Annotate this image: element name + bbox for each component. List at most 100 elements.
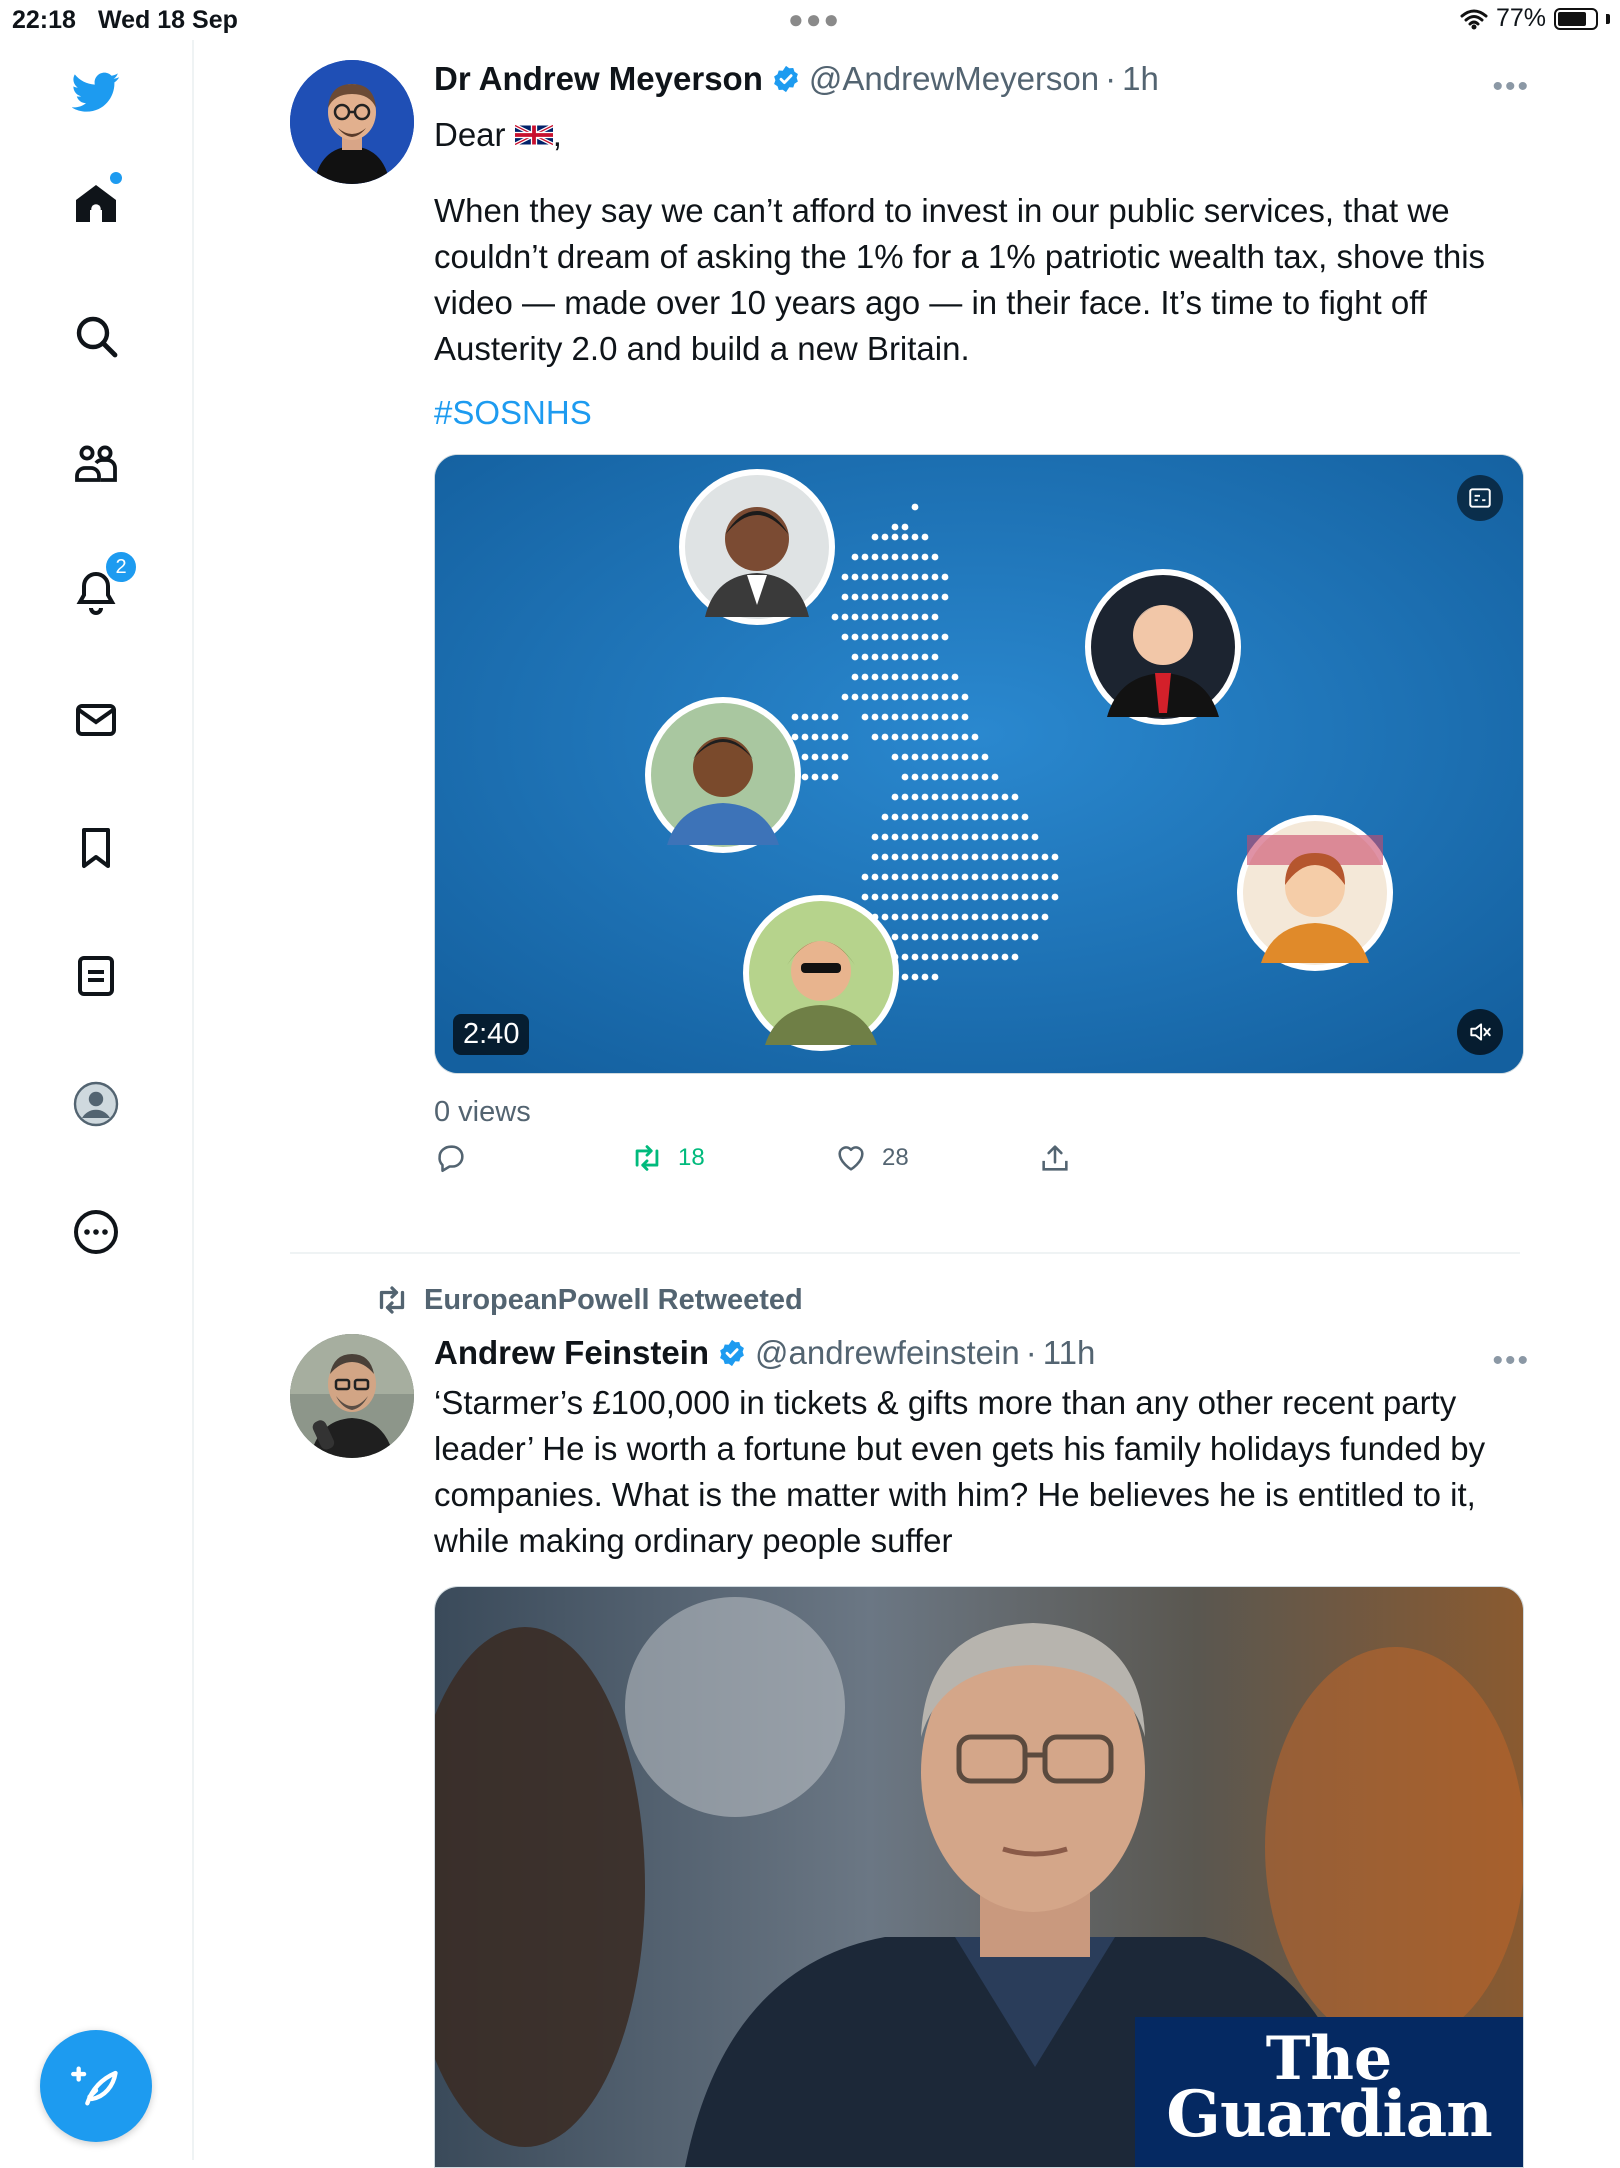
map-dot xyxy=(901,523,909,531)
map-dot xyxy=(931,853,939,861)
map-dot xyxy=(791,713,799,721)
map-dot xyxy=(891,533,899,541)
map-dot xyxy=(871,653,879,661)
map-dot xyxy=(941,633,949,641)
map-dot xyxy=(891,733,899,741)
map-dot xyxy=(1011,953,1019,961)
map-dot xyxy=(1041,893,1049,901)
map-dot xyxy=(951,893,959,901)
map-dot xyxy=(941,573,949,581)
like-button[interactable]: 28 xyxy=(834,1141,909,1175)
map-dot xyxy=(1011,813,1019,821)
map-dot xyxy=(941,853,949,861)
tweet-more-options-icon[interactable]: ••• xyxy=(1492,1344,1530,1378)
map-dot xyxy=(931,893,939,901)
sidebar-item-profile[interactable] xyxy=(68,1076,124,1132)
map-dot xyxy=(911,793,919,801)
author-name[interactable]: Dr Andrew Meyerson xyxy=(434,60,763,98)
mute-button[interactable] xyxy=(1457,1009,1503,1055)
author-photo xyxy=(290,60,414,184)
map-dot xyxy=(921,813,929,821)
avatar[interactable] xyxy=(290,1334,414,1458)
map-dot xyxy=(921,933,929,941)
map-dot xyxy=(931,593,939,601)
map-dot xyxy=(921,753,929,761)
sidebar-item-notifications[interactable]: 2 xyxy=(68,550,138,620)
map-dot xyxy=(1031,893,1039,901)
map-dot xyxy=(841,633,849,641)
video-settings-icon[interactable] xyxy=(1457,475,1503,521)
map-dot xyxy=(911,613,919,621)
map-dot xyxy=(901,873,909,881)
author-name[interactable]: Andrew Feinstein xyxy=(434,1334,709,1372)
map-dot xyxy=(981,953,989,961)
home-unread-dot xyxy=(110,172,122,184)
map-dot xyxy=(791,733,799,741)
compose-tweet-button[interactable] xyxy=(40,2030,152,2142)
map-dot xyxy=(871,733,879,741)
map-dot xyxy=(921,613,929,621)
map-dot xyxy=(841,693,849,701)
map-dot xyxy=(911,953,919,961)
map-dot xyxy=(1021,913,1029,921)
tweet-body: Andrew Feinstein @andrewfeinstein · 11h … xyxy=(434,1334,1528,2168)
verified-badge-icon xyxy=(717,1338,747,1368)
map-dot xyxy=(871,713,879,721)
video-thumbnail xyxy=(435,455,1523,1073)
tweet-more-options-icon[interactable]: ••• xyxy=(1492,70,1530,104)
map-dot xyxy=(861,593,869,601)
notifications-badge: 2 xyxy=(104,550,138,584)
sidebar-item-lists[interactable] xyxy=(68,948,124,1004)
tweet-text: ‘Starmer’s £100,000 in tickets & gifts m… xyxy=(434,1384,1495,1559)
sidebar-item-messages[interactable] xyxy=(68,692,124,748)
sidebar-item-more[interactable] xyxy=(68,1204,124,1260)
sidebar-item-communities[interactable] xyxy=(68,436,124,492)
multitasking-dots-icon[interactable]: ●●● xyxy=(788,4,841,35)
map-dot xyxy=(1001,913,1009,921)
map-dot xyxy=(911,533,919,541)
map-dot xyxy=(921,713,929,721)
map-dot xyxy=(981,773,989,781)
map-dot xyxy=(891,813,899,821)
map-dot xyxy=(941,833,949,841)
retweet-button[interactable]: 18 xyxy=(630,1141,705,1175)
map-dot xyxy=(921,693,929,701)
sidebar-item-home[interactable] xyxy=(68,172,124,232)
hashtag-link[interactable]: #SOSNHS xyxy=(434,394,1524,432)
map-dot xyxy=(1031,833,1039,841)
tweet-time[interactable]: 1h xyxy=(1122,60,1159,98)
retweet-context[interactable]: EuropeanPowell Retweeted xyxy=(374,1282,803,1318)
sidebar-item-search[interactable] xyxy=(68,308,124,364)
map-dot xyxy=(971,813,979,821)
character-circle-3 xyxy=(645,697,801,853)
avatar[interactable] xyxy=(290,60,414,184)
map-dot xyxy=(1021,933,1029,941)
map-dot xyxy=(901,693,909,701)
tweet-time[interactable]: 11h xyxy=(1043,1334,1096,1372)
author-handle[interactable]: @andrewfeinstein xyxy=(755,1334,1020,1372)
reply-button[interactable] xyxy=(434,1141,468,1175)
status-indicators: 77% xyxy=(1460,4,1610,33)
video-player[interactable]: 2:40 xyxy=(434,454,1524,1074)
map-dot xyxy=(901,613,909,621)
map-dot xyxy=(1011,833,1019,841)
map-dot xyxy=(881,853,889,861)
map-dot xyxy=(951,833,959,841)
map-dot xyxy=(851,553,859,561)
author-handle[interactable]: @AndrewMeyerson xyxy=(809,60,1099,98)
separator: · xyxy=(1105,60,1117,97)
character-circle-5 xyxy=(743,895,899,1051)
sidebar-item-bookmarks[interactable] xyxy=(68,820,124,876)
share-button[interactable] xyxy=(1038,1141,1072,1175)
tweet-image[interactable]: The Guardian xyxy=(434,1586,1524,2168)
map-dot xyxy=(881,553,889,561)
map-dot xyxy=(911,693,919,701)
map-dot xyxy=(941,873,949,881)
map-dot xyxy=(981,793,989,801)
map-dot xyxy=(851,693,859,701)
twitter-logo[interactable] xyxy=(68,64,124,120)
tweet-actions: 18 28 xyxy=(434,1141,1524,1201)
map-dot xyxy=(801,733,809,741)
map-dot xyxy=(931,773,939,781)
map-dot xyxy=(871,693,879,701)
